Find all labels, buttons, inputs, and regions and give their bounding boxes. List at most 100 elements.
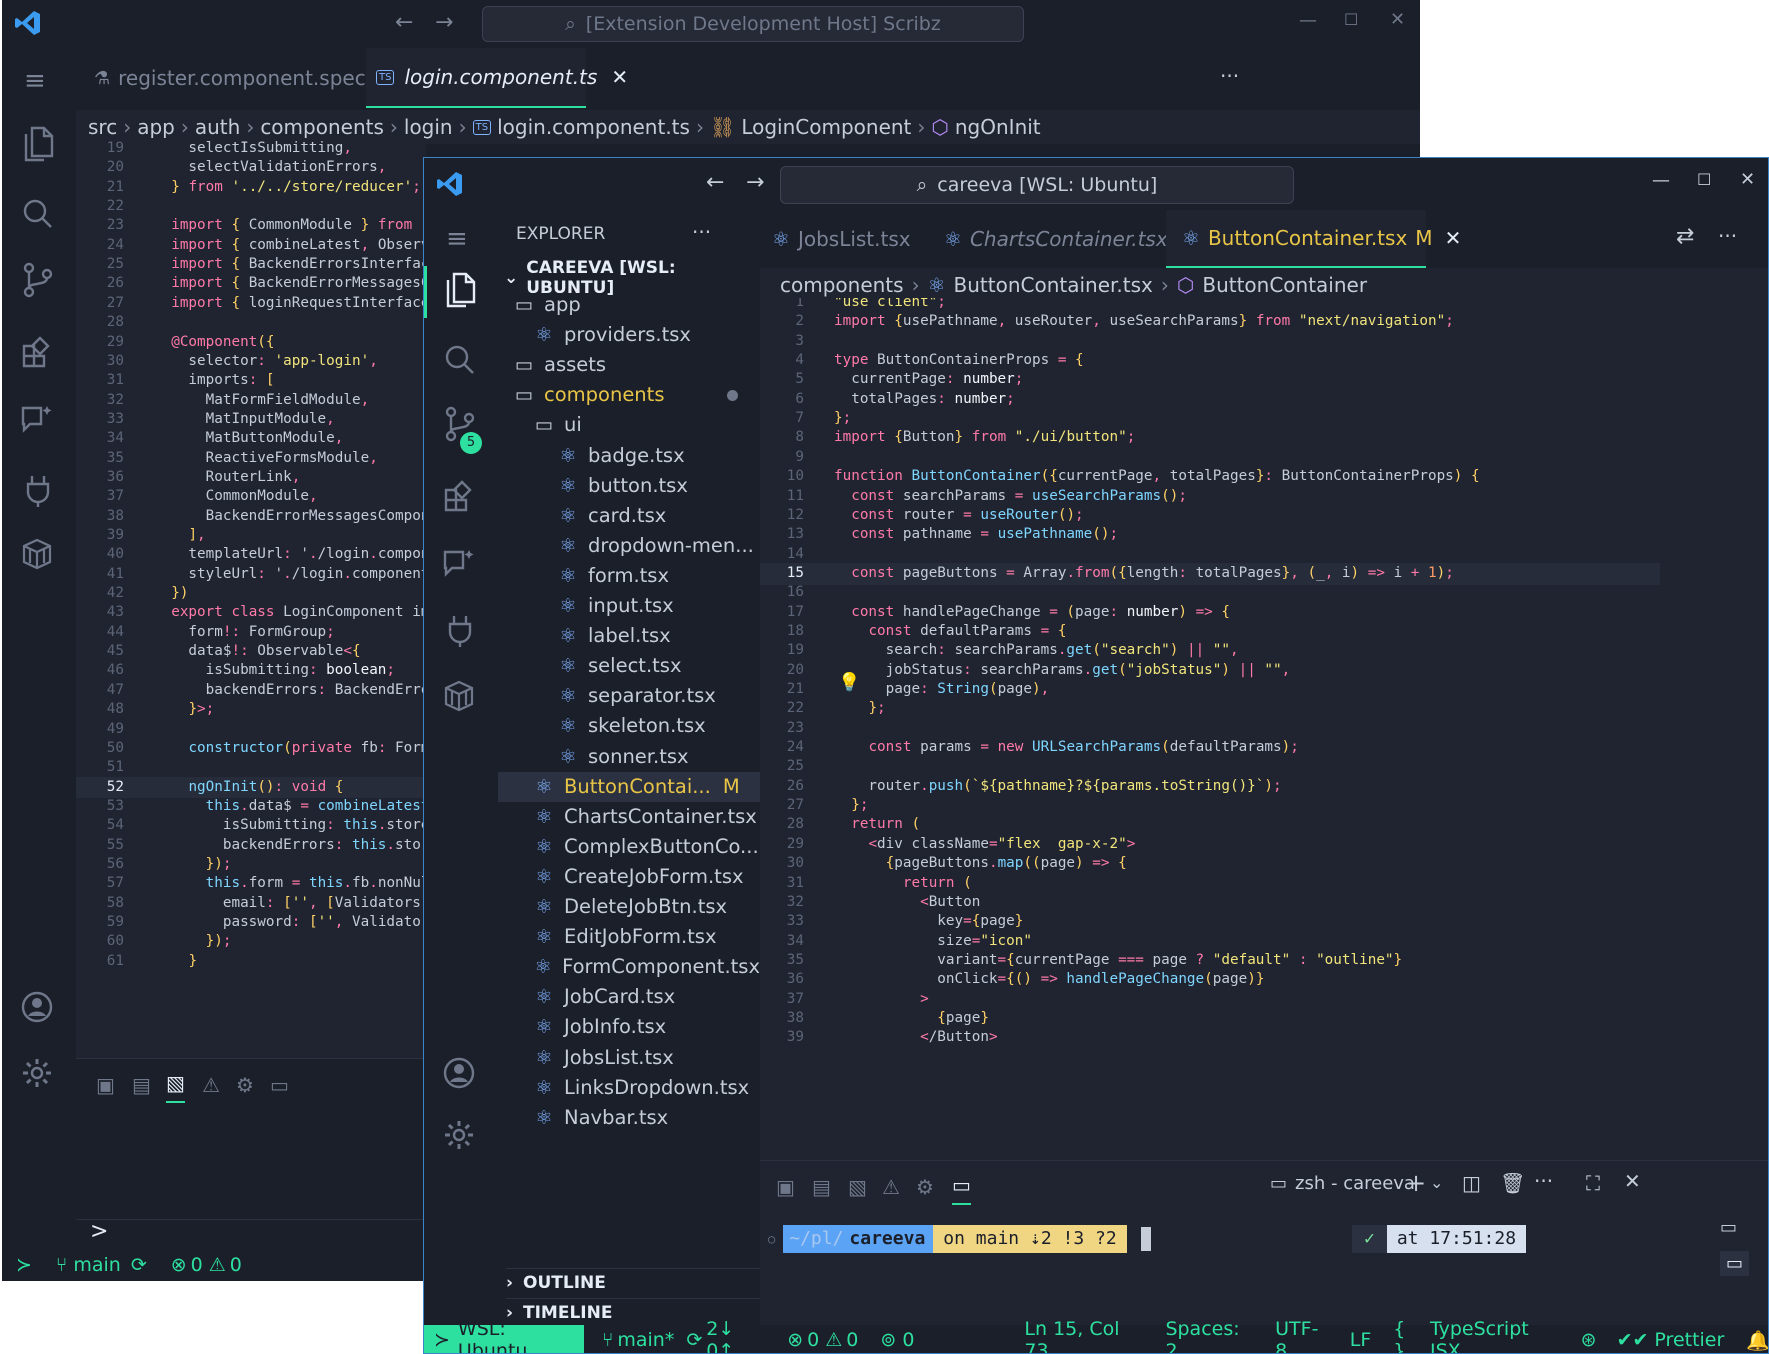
maximize-icon[interactable]: ☐	[1344, 10, 1358, 29]
more-actions-icon[interactable]: ···	[1718, 224, 1737, 248]
debug-console-prompt[interactable]: >	[90, 1219, 108, 1244]
tab-chartscontainer[interactable]: ⚛ ChartsContainer.tsx	[944, 210, 1168, 268]
add-terminal-icon[interactable]: +	[1406, 1169, 1426, 1197]
source-control-icon[interactable]	[22, 262, 54, 298]
search-view-icon[interactable]	[444, 344, 476, 376]
menu-icon[interactable]: ≡	[446, 224, 468, 254]
remote-icon[interactable]: ≻	[16, 1254, 32, 1276]
sync-icon[interactable]: ⟳	[131, 1254, 147, 1276]
close-tab-icon[interactable]: ✕	[1445, 226, 1462, 250]
error-count[interactable]: 0	[807, 1329, 819, 1351]
file-tree-item[interactable]: ⚛ separator.tsx	[498, 681, 760, 711]
file-tree-item[interactable]: ▭ ui	[498, 410, 760, 440]
breadcrumb-item[interactable]: components	[260, 115, 384, 139]
remote-explorer-icon[interactable]: ▣	[96, 1073, 115, 1097]
line-ending[interactable]: LF	[1350, 1329, 1372, 1351]
account-icon[interactable]	[442, 1056, 476, 1090]
file-tree-item[interactable]: ⚛ sonner.tsx	[498, 742, 760, 772]
file-tree-item[interactable]: ▭ assets	[498, 350, 760, 380]
file-tree-item[interactable]: ⚛ ChartsContainer.tsx	[498, 802, 760, 832]
back-arrow-icon[interactable]: ←	[395, 10, 413, 35]
ports-count[interactable]: 0	[902, 1329, 914, 1351]
breadcrumb-item[interactable]: components	[780, 273, 904, 297]
file-tree-item[interactable]: ⚛ label.tsx	[498, 621, 760, 651]
sync-status[interactable]: 2↓ 0↑	[706, 1318, 765, 1353]
close-window-icon[interactable]: ✕	[1740, 169, 1755, 190]
plug-icon[interactable]	[24, 474, 52, 508]
terminal-icon[interactable]: ▭	[952, 1173, 971, 1205]
back-code-editor[interactable]: 19 selectIsSubmitting, 20 selectValidatio…	[76, 138, 976, 1058]
debug-console-icon[interactable]: ▧	[166, 1071, 185, 1103]
sync-icon[interactable]: ⟳	[686, 1329, 702, 1351]
debug-console-icon[interactable]: ▧	[848, 1175, 867, 1199]
containers-icon[interactable]	[20, 538, 54, 570]
problems-warning-icon[interactable]: ⚠	[882, 1175, 900, 1199]
file-tree-item[interactable]: ⚛ form.tsx	[498, 561, 760, 591]
menu-icon[interactable]: ≡	[24, 66, 46, 96]
file-tree-item[interactable]: ⚛ ButtonContai... M	[498, 771, 760, 802]
breadcrumb-item[interactable]: login.component.ts	[497, 115, 690, 139]
maximize-panel-icon[interactable]: ⛶	[1586, 1171, 1600, 1195]
encoding[interactable]: UTF-8	[1275, 1318, 1328, 1353]
file-tree-item[interactable]: ⚛ input.tsx	[498, 591, 760, 621]
outline-section[interactable]: › OUTLINE	[506, 1268, 760, 1293]
chat-icon[interactable]	[442, 546, 476, 580]
terminal-tab-icon-active[interactable]: ▭	[1720, 1251, 1750, 1276]
tab-jobslist[interactable]: ⚛ JobsList.tsx	[772, 210, 934, 268]
terminal-icon[interactable]: ▭	[270, 1073, 289, 1097]
terminal-tab-icon[interactable]: ▭	[1720, 1217, 1737, 1238]
command-center-search[interactable]: ⌕ [Extension Development Host] Scribz	[482, 6, 1024, 42]
file-tree-item[interactable]: ⚛ dropdown-men...	[498, 531, 760, 561]
branch-name[interactable]: main*	[617, 1329, 674, 1351]
code-line[interactable]: 39 </Button>	[760, 1027, 1660, 1049]
remote-indicator[interactable]: ≻ WSL: Ubuntu	[424, 1318, 584, 1353]
maximize-icon[interactable]: ☐	[1697, 170, 1711, 189]
debug-icon[interactable]: ⚙	[236, 1073, 254, 1097]
terminal-selector[interactable]: ▭ zsh - careeva	[1270, 1173, 1415, 1194]
file-tree-item[interactable]: ⚛ select.tsx	[498, 651, 760, 681]
explorer-icon[interactable]	[22, 126, 54, 162]
file-tree-item[interactable]: ⚛ badge.tsx	[498, 441, 760, 471]
trash-icon[interactable]: 🗑	[1500, 1171, 1525, 1195]
output-icon[interactable]: ▤	[132, 1073, 151, 1097]
close-tab-icon[interactable]: ✕	[611, 65, 628, 89]
file-tree-item[interactable]: ⚛ button.tsx	[498, 471, 760, 501]
front-code-editor[interactable]: 1 "use client"; 2 import {usePathname, useR…	[760, 298, 1768, 1300]
file-tree-item[interactable]: ⚛ JobCard.tsx	[498, 982, 760, 1012]
file-tree-item[interactable]: ▭ components	[498, 380, 760, 410]
file-tree-item[interactable]: ⚛ EditJobForm.tsx	[498, 922, 760, 952]
breadcrumb-item[interactable]: ButtonContainer.tsx	[954, 273, 1153, 297]
more-actions-icon[interactable]: ···	[1220, 64, 1239, 88]
bell-icon[interactable]: 🔔	[1746, 1329, 1768, 1352]
minimize-icon[interactable]: —	[1652, 170, 1670, 191]
cursor-position[interactable]: Ln 15, Col 73	[1024, 1318, 1143, 1353]
breadcrumb-item[interactable]: ButtonContainer	[1202, 273, 1367, 297]
breadcrumb-item[interactable]: src	[88, 115, 117, 139]
forward-arrow-icon[interactable]: →	[435, 10, 453, 35]
warning-count[interactable]: 0	[230, 1254, 242, 1276]
tab-buttoncontainer[interactable]: ⚛ ButtonContainer.tsx M ✕	[1166, 210, 1461, 268]
lightbulb-icon[interactable]: 💡	[838, 672, 860, 693]
breadcrumb-item[interactable]: login	[404, 115, 453, 139]
chat-icon[interactable]	[20, 402, 54, 436]
problems-warning-icon[interactable]: ⚠	[202, 1073, 220, 1097]
file-tree-item[interactable]: ⚛ DeleteJobBtn.tsx	[498, 892, 760, 922]
close-panel-icon[interactable]: ✕	[1624, 1169, 1641, 1193]
debug-icon[interactable]: ⚙	[916, 1175, 934, 1199]
extensions-icon[interactable]	[444, 480, 476, 512]
breadcrumb-item[interactable]: LoginComponent	[741, 115, 911, 139]
tab-register-spec[interactable]: ⚗ register.component.spec.ts	[84, 48, 390, 108]
search-view-icon[interactable]	[22, 198, 54, 230]
error-count[interactable]: 0	[191, 1254, 203, 1276]
file-tree-item[interactable]: ⚛ JobsList.tsx	[498, 1043, 760, 1073]
breadcrumb-item[interactable]: app	[137, 115, 175, 139]
file-tree-item[interactable]: ⚛ ComplexButtonCo...	[498, 832, 760, 862]
close-window-icon[interactable]: ✕	[1390, 9, 1405, 30]
file-tree-item[interactable]: ⚛ providers.tsx	[498, 320, 760, 350]
file-tree-item[interactable]: ⚛ CreateJobForm.tsx	[498, 862, 760, 892]
file-tree-item[interactable]: ⚛ LinksDropdown.tsx	[498, 1073, 760, 1103]
breadcrumb-item[interactable]: auth	[195, 115, 240, 139]
terminal-prompt[interactable]: ○ ~/pl/ careeva on main ⇣2 !3 ?2	[768, 1225, 1151, 1253]
command-center-search[interactable]: ⌕ careeva [WSL: Ubuntu]	[780, 166, 1294, 204]
tab-login-component[interactable]: TS login.component.ts ✕	[366, 48, 628, 108]
